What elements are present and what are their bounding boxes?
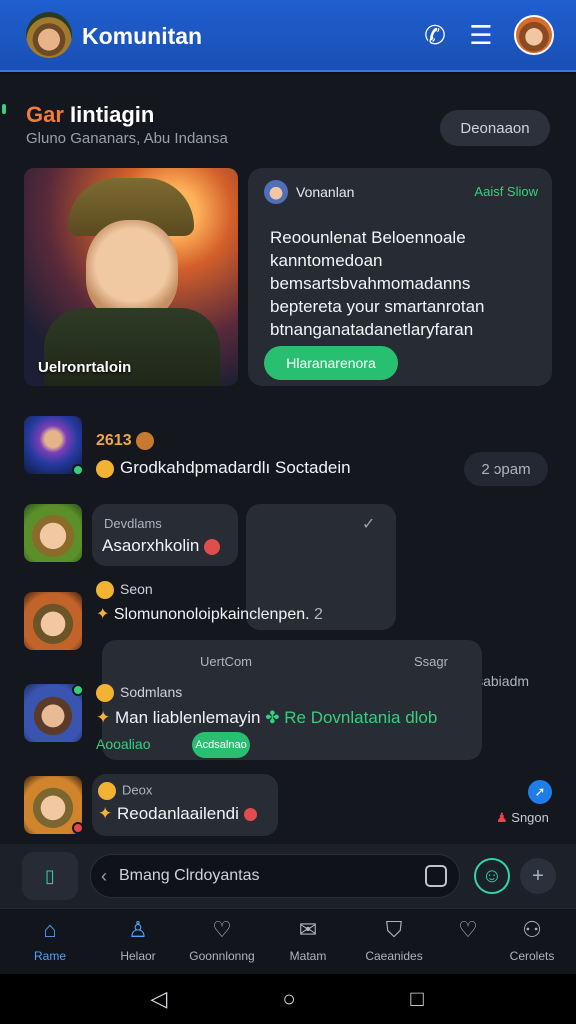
spark-icon: ✦ <box>96 606 110 623</box>
side-label: ♟ Sngon <box>496 810 549 825</box>
tab-profile[interactable]: ⚇ Cerolets <box>490 917 574 971</box>
emoji-icon <box>96 581 114 600</box>
indicator-mark <box>2 104 6 114</box>
author-avatar[interactable] <box>264 180 288 204</box>
online-dot <box>72 464 84 476</box>
featured-image-caption: Uelronrtaloin <box>38 359 132 376</box>
feed-item[interactable]: Sodmlans ✦ Man liablenlemayin ✤ Re Dovnl… <box>0 678 576 778</box>
cta-button[interactable]: Hlaranarenora <box>264 346 398 380</box>
tab-helper[interactable]: ♙ Helaor <box>96 917 180 971</box>
top-app-bar: Komunitan ✆ ☰ <box>0 0 576 72</box>
tab-channels[interactable]: ⛉ Caeanides <box>352 917 436 971</box>
user-icon: ♙ <box>128 917 148 942</box>
system-nav-bar: ◁ ○ □ <box>0 974 576 1024</box>
add-button[interactable]: + <box>520 858 556 894</box>
bubble-label: UertCom <box>200 654 253 669</box>
bubble-text: Asaorxhkolin <box>102 536 221 556</box>
feed-time-pill[interactable]: 2 ɔpam <box>464 452 548 486</box>
emoji-icon <box>96 684 114 703</box>
back-icon[interactable]: ◁ <box>146 986 172 1012</box>
input-placeholder: Bmang Clrdoyantas <box>119 867 260 884</box>
notification-chip <box>204 538 221 555</box>
menu-icon[interactable]: ☰ <box>466 20 496 50</box>
emoji-icon <box>96 459 114 478</box>
clover-icon: ✤ <box>265 708 280 727</box>
bubble-time: Ssagr <box>414 654 448 669</box>
featured-post-card[interactable]: Vonanlan Aaisf Sliow Reoounlenat Beloenn… <box>248 168 552 386</box>
tab-home[interactable]: ⌂ Rame <box>8 917 92 971</box>
app-title: Komunitan <box>82 23 203 49</box>
message-input[interactable]: ‹ Bmang Clrdoyantas <box>90 854 460 898</box>
emoji-icon <box>98 782 116 800</box>
tab-messages[interactable]: ✉ Matam <box>266 917 350 971</box>
message-bubble[interactable]: Deox ✦ Reodanlaailendi <box>92 774 278 836</box>
notification-chip <box>243 808 257 822</box>
clipboard-icon: ▯ <box>45 865 55 886</box>
chevron-left-icon[interactable]: ‹ <box>101 866 107 887</box>
feed-item[interactable]: 2613 Grodkahdpmadardlı Soctadein 2 ɔpam <box>0 414 576 486</box>
bubble-label: Deox <box>98 782 152 800</box>
tab-community[interactable]: ♡ Goonnlonng <box>180 917 264 971</box>
feed-line-secondary: Aooaliao <box>96 736 151 752</box>
message-bubble[interactable]: Devdlams Asaorxhkolin <box>92 504 238 566</box>
feed-line: Grodkahdpmadardlı Soctadein <box>96 458 351 478</box>
heart-hand-icon: ♡ <box>212 917 232 942</box>
bubble-label: Devdlams <box>104 516 162 531</box>
feed-item[interactable]: Deox ✦ Reodanlaailendi ➚ ♟ Sngon <box>0 774 576 844</box>
check-icon: ✓ <box>362 516 376 533</box>
badge-icon <box>136 432 155 450</box>
inline-action-button[interactable]: Acdsalnao <box>192 732 250 758</box>
app-logo <box>26 12 72 58</box>
character-face <box>86 220 178 320</box>
feed-line: ✦ Slomunonoloipkainclenpen. 2 <box>96 606 323 623</box>
share-icon[interactable]: ➚ <box>528 780 552 804</box>
title-highlight: Gar <box>26 102 64 127</box>
profile-icon: ⚇ <box>522 917 542 942</box>
header-action-button[interactable]: Deonaaon <box>440 110 550 146</box>
spark-icon: ✦ <box>96 708 111 727</box>
attachment-button[interactable]: ▯ <box>22 852 78 900</box>
message-icon: ✉ <box>298 917 318 942</box>
title-rest: Iintiagin <box>63 102 155 127</box>
post-tag: Aaisf Sliow <box>474 184 538 199</box>
feed-line: ✦ Man liablenlemayin ✤ Re Dovnlatania dl… <box>96 708 438 727</box>
message-composer: ▯ ‹ Bmang Clrdoyantas ☺ + <box>0 844 576 908</box>
post-body: Reoounlenat Beloennoale kanntomedoan bem… <box>270 228 485 339</box>
page-title: Gar Iintiagin <box>26 102 154 128</box>
heart-icon: ♡ <box>458 917 478 942</box>
status-dot <box>72 822 84 834</box>
bottom-tab-bar: ⌂ Rame ♙ Helaor ♡ Goonnlonng ✉ Matam ⛉ C… <box>0 908 576 974</box>
sticker-icon[interactable] <box>425 865 447 887</box>
bubble-text: ✦ Reodanlaailendi <box>98 804 257 824</box>
user-avatar[interactable] <box>514 15 554 55</box>
recents-icon[interactable]: □ <box>404 986 430 1012</box>
page-subtitle: Gluno Gananars, Abu Indansa <box>26 130 228 147</box>
feed-thumbnail[interactable] <box>24 592 82 650</box>
feed-meta: 2613 <box>96 432 160 450</box>
feed-meta: Seon <box>96 581 153 600</box>
featured-image[interactable]: Uelronrtaloin <box>24 168 238 386</box>
home-icon: ⌂ <box>43 917 57 942</box>
shield-icon: ⛉ <box>385 917 403 942</box>
author-name[interactable]: Vonanlan <box>296 184 354 200</box>
online-dot <box>72 684 84 696</box>
spark-icon: ✦ <box>98 804 113 823</box>
feed-thumbnail[interactable] <box>24 504 82 562</box>
home-circle-icon[interactable]: ○ <box>276 986 302 1012</box>
feed-meta: Sodmlans <box>96 684 182 703</box>
main-content: Gar Iintiagin Gluno Gananars, Abu Indans… <box>0 74 576 844</box>
emoji-button[interactable]: ☺ <box>474 858 510 894</box>
phone-icon[interactable]: ✆ <box>420 20 450 50</box>
person-icon: ♟ <box>496 810 508 825</box>
